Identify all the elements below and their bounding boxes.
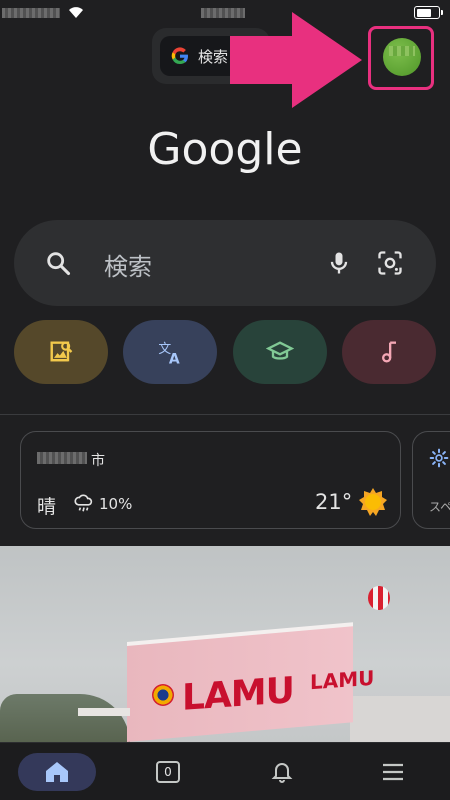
hill bbox=[0, 694, 130, 742]
account-avatar-highlight[interactable] bbox=[368, 26, 434, 90]
translate-icon: 文 A bbox=[158, 342, 180, 366]
sun-icon bbox=[359, 488, 387, 516]
menu-icon[interactable] bbox=[381, 762, 405, 782]
settings-card[interactable]: スペ bbox=[412, 431, 450, 529]
avatar[interactable] bbox=[383, 38, 421, 76]
weather-card[interactable]: 市 晴 10% 21° bbox=[20, 431, 401, 529]
pointer-arrow-icon bbox=[230, 12, 362, 108]
svg-text:A: A bbox=[169, 352, 180, 366]
divider bbox=[0, 414, 450, 415]
blurred-time bbox=[2, 8, 60, 18]
music-note-icon bbox=[382, 341, 396, 363]
lens-icon[interactable] bbox=[376, 249, 404, 277]
store-sign-large: LAMU bbox=[182, 670, 294, 719]
status-bar bbox=[0, 0, 450, 26]
settings-card-text: スペ bbox=[429, 500, 450, 514]
search-input[interactable]: 検索 bbox=[104, 247, 152, 282]
translate-button[interactable]: 文 A bbox=[123, 320, 217, 384]
store-logo-icon bbox=[152, 684, 174, 706]
city-suffix: 市 bbox=[91, 453, 105, 469]
bottom-nav: 0 bbox=[0, 742, 450, 800]
precipitation: 10% bbox=[99, 495, 133, 513]
google-logo: Google bbox=[147, 124, 303, 175]
balloon bbox=[368, 586, 390, 610]
homework-button[interactable] bbox=[233, 320, 327, 384]
image-search-button[interactable] bbox=[14, 320, 108, 384]
mic-icon[interactable] bbox=[325, 249, 353, 277]
blurred-city bbox=[37, 452, 87, 464]
rain-cloud-icon bbox=[74, 494, 93, 512]
chip-label: 検索 bbox=[198, 47, 229, 66]
search-icon bbox=[47, 252, 71, 276]
music-search-button[interactable] bbox=[342, 320, 436, 384]
search-bar[interactable]: 検索 bbox=[14, 220, 436, 306]
battery-icon bbox=[414, 6, 443, 19]
building-side bbox=[350, 696, 450, 742]
weather-condition: 晴 bbox=[37, 496, 57, 518]
school-icon bbox=[266, 341, 294, 360]
nav-home-button[interactable] bbox=[18, 753, 96, 791]
nav-tabs-button[interactable]: 0 bbox=[156, 761, 180, 783]
small-sign bbox=[78, 708, 130, 716]
temperature: 21° bbox=[315, 490, 353, 514]
home-icon bbox=[46, 762, 68, 782]
google-g-icon bbox=[171, 47, 188, 65]
wifi-icon bbox=[69, 7, 83, 18]
image-search-icon bbox=[50, 341, 73, 362]
store-sign-small: LAMU bbox=[310, 665, 375, 695]
bell-icon[interactable] bbox=[270, 759, 294, 783]
feed-photo[interactable]: LAMU LAMU bbox=[0, 546, 450, 742]
gear-icon bbox=[429, 448, 449, 468]
